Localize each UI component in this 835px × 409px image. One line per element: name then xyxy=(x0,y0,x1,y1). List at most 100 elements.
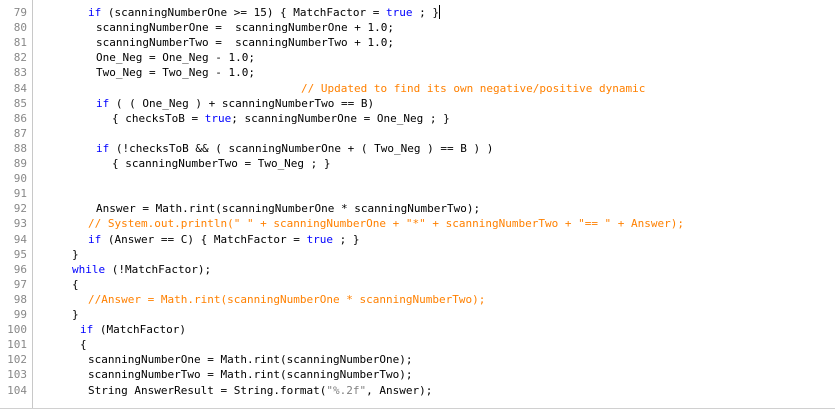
code-line[interactable]: 93 // System.out.println(" " + scanningNu… xyxy=(0,216,835,231)
code-token: ; } xyxy=(412,6,440,19)
code-text[interactable]: // Updated to find its own negative/posi… xyxy=(301,81,645,96)
code-text[interactable]: scanningNumberOne = Math.rint(scanningNu… xyxy=(88,352,413,367)
comment-token: // System.out.println(" " + scanningNumb… xyxy=(88,217,685,231)
code-text[interactable]: // System.out.println(" " + scanningNumb… xyxy=(88,216,684,231)
code-line[interactable]: 102 scanningNumberOne = Math.rint(scannin… xyxy=(0,352,835,367)
line-number: 85 xyxy=(13,96,27,110)
code-text[interactable]: if (Answer == C) { MatchFactor = true ; … xyxy=(88,232,360,247)
code-token: (Answer == C) { MatchFactor = xyxy=(101,232,307,246)
code-text[interactable]: scanningNumberOne = scanningNumberOne + … xyxy=(96,20,394,35)
code-token: Two_Neg = Two_Neg - 1.0; xyxy=(96,66,255,80)
code-line[interactable]: 83 Two_Neg = Two_Neg - 1.0; xyxy=(0,65,835,80)
code-line[interactable]: 81 scanningNumberTwo = scanningNumberTwo … xyxy=(0,35,835,50)
keyword-token: if xyxy=(96,96,110,110)
code-line[interactable]: 82 One_Neg = One_Neg - 1.0; xyxy=(0,50,835,65)
code-line[interactable]: 90 xyxy=(0,171,835,186)
code-text[interactable]: String AnswerResult = String.format("%.2… xyxy=(88,383,432,398)
code-text[interactable]: One_Neg = One_Neg - 1.0; xyxy=(96,50,255,65)
keyword-token: while xyxy=(72,262,106,276)
line-number: 102 xyxy=(7,353,27,367)
code-line[interactable]: 99} xyxy=(0,307,835,322)
line-number: 96 xyxy=(13,262,27,276)
code-line[interactable]: 91 xyxy=(0,186,835,201)
line-number: 83 xyxy=(13,66,27,80)
code-token: scanningNumberOne = Math.rint(scanningNu… xyxy=(88,353,413,367)
code-line[interactable]: 98 //Answer = Math.rint(scanningNumberOne… xyxy=(0,292,835,307)
code-line[interactable]: 84 // Updated to find its own negative/po… xyxy=(0,81,835,96)
code-token: (!checksToB && ( scanningNumberOne + ( T… xyxy=(109,141,494,155)
code-token: { xyxy=(80,338,87,352)
keyword-token: if xyxy=(96,141,110,155)
code-line[interactable]: 101 { xyxy=(0,337,835,352)
code-text[interactable]: { xyxy=(80,337,87,352)
keyword-token: if xyxy=(88,232,102,246)
line-number: 91 xyxy=(13,187,27,201)
code-line[interactable]: 86 { checksToB = true; scanningNumberOne … xyxy=(0,111,835,126)
code-text[interactable]: scanningNumberTwo = scanningNumberTwo + … xyxy=(96,35,394,50)
keyword-token: if xyxy=(80,323,94,337)
line-number: 93 xyxy=(13,217,27,231)
comment-token: //Answer = Math.rint(scanningNumberOne *… xyxy=(88,292,486,306)
code-text[interactable]: { checksToB = true; scanningNumberOne = … xyxy=(112,111,450,126)
code-text[interactable]: Answer = Math.rint(scanningNumberOne * s… xyxy=(96,201,480,216)
code-line[interactable]: 94 if (Answer == C) { MatchFactor = true … xyxy=(0,232,835,247)
line-number: 97 xyxy=(13,277,27,291)
line-number: 100 xyxy=(7,323,27,337)
code-text[interactable]: { xyxy=(72,277,79,292)
code-line[interactable]: 96 while (!MatchFactor); xyxy=(0,262,835,277)
code-token: } xyxy=(72,308,79,321)
code-text[interactable]: if ( ( One_Neg ) + scanningNumberTwo == … xyxy=(96,96,374,111)
code-token: { checksToB = xyxy=(112,111,205,125)
code-token: { scanningNumberTwo = Two_Neg ; } xyxy=(112,157,331,170)
code-editor[interactable]: 79 if (scanningNumberOne >= 15) { MatchFa… xyxy=(0,0,835,409)
code-line[interactable]: 87 xyxy=(0,126,835,141)
code-token: ; scanningNumberOne = One_Neg ; } xyxy=(231,111,450,125)
code-token: (MatchFactor) xyxy=(93,323,186,337)
code-line[interactable]: 92 Answer = Math.rint(scanningNumberOne *… xyxy=(0,201,835,216)
code-token: One_Neg = One_Neg - 1.0; xyxy=(96,51,255,65)
line-number: 80 xyxy=(13,21,27,35)
line-number: 90 xyxy=(13,172,27,186)
line-number: 82 xyxy=(13,51,27,65)
code-line[interactable]: 95} xyxy=(0,247,835,262)
string-token: "%.2f" xyxy=(326,383,367,397)
code-line[interactable]: 97 { xyxy=(0,277,835,292)
code-text[interactable]: scanningNumberTwo = Math.rint(scanningNu… xyxy=(88,367,413,382)
code-token: ( ( One_Neg ) + scanningNumberTwo == B) xyxy=(109,96,375,110)
keyword-token: true xyxy=(306,232,334,246)
line-number: 101 xyxy=(7,338,27,352)
code-token: String AnswerResult = String.format( xyxy=(88,383,327,397)
code-text[interactable]: //Answer = Math.rint(scanningNumberOne *… xyxy=(88,292,485,307)
line-number: 84 xyxy=(13,81,27,95)
code-line[interactable]: 100 if (MatchFactor) xyxy=(0,322,835,337)
code-text[interactable]: if (scanningNumberOne >= 15) { MatchFact… xyxy=(88,5,441,20)
line-number: 95 xyxy=(13,247,27,261)
line-number: 86 xyxy=(13,111,27,125)
code-token: } xyxy=(72,247,79,261)
code-text[interactable]: while (!MatchFactor); xyxy=(72,262,211,277)
line-number: 89 xyxy=(13,157,27,170)
code-token: (!MatchFactor); xyxy=(105,262,212,276)
code-token: (scanningNumberOne >= 15) { MatchFactor … xyxy=(101,6,387,19)
code-line[interactable]: 85 if ( ( One_Neg ) + scanningNumberTwo =… xyxy=(0,96,835,111)
code-token: { xyxy=(72,277,79,291)
code-line[interactable]: 88 if (!checksToB && ( scanningNumberOne … xyxy=(0,141,835,156)
code-token: scanningNumberOne = scanningNumberOne + … xyxy=(96,21,395,35)
code-text[interactable]: } xyxy=(72,307,79,322)
code-line[interactable]: 103 scanningNumberTwo = Math.rint(scannin… xyxy=(0,367,835,382)
code-text[interactable]: if (!checksToB && ( scanningNumberOne + … xyxy=(96,141,493,156)
code-text[interactable]: Two_Neg = Two_Neg - 1.0; xyxy=(96,65,255,80)
code-text[interactable]: if (MatchFactor) xyxy=(80,322,186,337)
code-line[interactable]: 79 if (scanningNumberOne >= 15) { MatchFa… xyxy=(0,5,835,20)
code-token: scanningNumberTwo = scanningNumberTwo + … xyxy=(96,36,395,50)
line-number: 88 xyxy=(13,141,27,155)
line-number: 81 xyxy=(13,36,27,50)
code-line[interactable]: 104 String AnswerResult = String.format("… xyxy=(0,383,835,398)
line-number: 103 xyxy=(7,368,27,382)
code-line[interactable]: 80 scanningNumberOne = scanningNumberOne … xyxy=(0,20,835,35)
line-number: 98 xyxy=(13,292,27,306)
code-line[interactable]: 89 { scanningNumberTwo = Two_Neg ; } xyxy=(0,156,835,171)
line-number: 87 xyxy=(13,126,27,140)
code-text[interactable]: { scanningNumberTwo = Two_Neg ; } xyxy=(112,156,331,171)
code-text[interactable]: } xyxy=(72,247,79,262)
